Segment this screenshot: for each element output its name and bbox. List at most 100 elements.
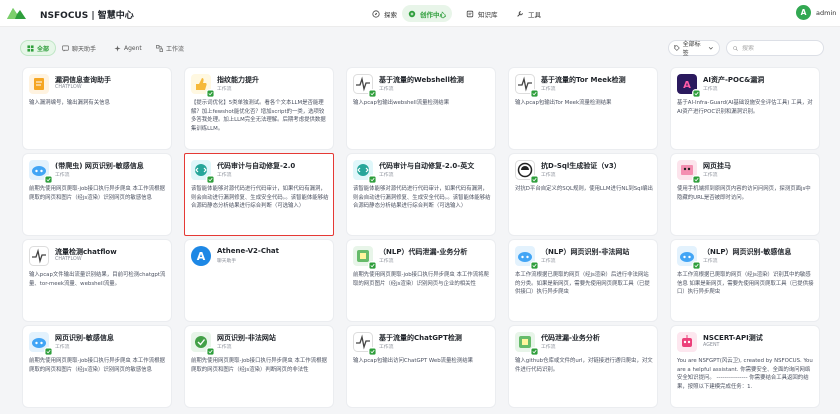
leak-icon bbox=[515, 332, 538, 355]
app-card[interactable]: 网页挂马 工作流 使用手机端抓到原网页内容的访问问网页，探测页面js中隐藏的URL是… bbox=[670, 153, 820, 236]
athene-icon: A bbox=[191, 246, 211, 266]
app-card[interactable]: 漏洞信息查询助手 CHATFLOW 输入漏洞编号，输出漏洞有关信息 bbox=[22, 67, 172, 150]
card-title: 代码审计与自动修复-2.0 bbox=[217, 162, 296, 170]
app-card[interactable]: 网页识别-敏感信息 工作流 前期先使用网页爬取-job接口执行异步爬虫 本工作流根据… bbox=[22, 325, 172, 408]
nsfocus-logo[interactable] bbox=[6, 5, 27, 22]
app-card[interactable]: 指纹能力提升 工作流 【提示词优化】5类单独测试。看各个文本LLM是否能理解？加上f… bbox=[184, 67, 334, 150]
card-type-label: 工作流 bbox=[541, 345, 556, 350]
card-type-label: 工作流 bbox=[703, 259, 718, 264]
card-description: 输入pcap包输出Tor Meek流量检测结果 bbox=[515, 100, 612, 106]
workflow-badge-icon bbox=[530, 175, 538, 183]
workflow-badge-icon bbox=[692, 175, 700, 183]
app-brand: NSFOCUS | 智慧中心 bbox=[40, 11, 134, 21]
card-type-label: 工作流 bbox=[55, 173, 70, 178]
card-description: 前期先使用网页爬取-job接口执行异步爬虫 本工作流根据爬取的网页和图片（经js… bbox=[191, 358, 327, 373]
web-icon bbox=[677, 160, 700, 183]
card-title: 基于流量的Tor Meek检测 bbox=[541, 76, 626, 84]
card-type-label: 工作流 bbox=[55, 345, 70, 350]
tag-filter-select[interactable]: 全部标签 bbox=[668, 40, 720, 57]
card-description: 基于AI-Infra-Guard(AI基础设施安全评估工具) 工具，对AI资产进… bbox=[677, 100, 813, 115]
card-type-label: 工作流 bbox=[541, 259, 556, 264]
app-card[interactable]: 流量检测chatflow CHATFLOW 输入pcap文件输出流量识别结果，目前可… bbox=[22, 239, 172, 322]
card-description: 输入pcap包输出访问ChatGPT Web流量检测结果 bbox=[353, 358, 473, 364]
app-card[interactable]: NSCERT-API测试 AGENT You are NSFGPT(风云卫), cr… bbox=[670, 325, 820, 408]
card-type-label: 工作流 bbox=[379, 173, 394, 178]
workflow-badge-icon bbox=[368, 261, 376, 269]
card-type-label: 工作流 bbox=[217, 87, 232, 92]
filter-label: 工作流 bbox=[166, 45, 185, 53]
app-card[interactable]: 基于流量的Tor Meek检测 工作流 输入pcap包输出Tor Meek流量检测结… bbox=[508, 67, 658, 150]
card-description: 输入pcap包输出webshell流量检测结果 bbox=[353, 100, 450, 106]
pulse-icon bbox=[353, 332, 376, 355]
card-description: 对抗D平台自定义的SQL规则，使用LLM进行NL到Sql编出 bbox=[515, 186, 653, 192]
card-description: 输入漏洞编号，输出漏洞有关信息 bbox=[29, 100, 110, 106]
leak-icon bbox=[353, 246, 376, 269]
chevron-down-icon bbox=[709, 47, 714, 50]
filter-agent[interactable]: Agent bbox=[108, 40, 148, 56]
app-card[interactable]: A Athene-V2-Chat 聊天助手 bbox=[184, 239, 334, 322]
card-type-label: AGENT bbox=[703, 343, 720, 348]
card-description: 使用手机端抓到原网页内容的访问问网页，探测页面js中隐藏的URL是否被即时访问。 bbox=[677, 186, 811, 201]
app-card[interactable]: （NLP）网页识别-敏感信息 工作流 本工作流根据已爬取的网页（经js渲染）识别其中… bbox=[670, 239, 820, 322]
filter-workflow[interactable]: 工作流 bbox=[150, 40, 190, 56]
workflow-badge-icon bbox=[530, 347, 538, 355]
card-type-label: 工作流 bbox=[379, 259, 394, 264]
app-card[interactable]: （NLP）代码泄漏-业务分析 工作流 前期先使用网页爬取-job接口执行异步爬虫 本… bbox=[346, 239, 496, 322]
workflow-badge-icon bbox=[44, 175, 52, 183]
filter-label: 聊天助手 bbox=[72, 45, 97, 53]
nav-label: 创作中心 bbox=[420, 10, 446, 19]
app-card[interactable]: （NLP）网页识别-非法网站 工作流 本工作流根据已爬取的网页（经js渲染）后进行非… bbox=[508, 239, 658, 322]
app-card[interactable]: 代码审计与自动修复-2.0 工作流该智能体能够对源代码进行代码审计，如果代码有漏洞… bbox=[184, 153, 334, 236]
sparkle-icon bbox=[408, 10, 416, 17]
filter-chat-assistant[interactable]: 聊天助手 bbox=[56, 40, 102, 56]
thumb-icon bbox=[191, 74, 214, 97]
card-description: 前期先使用网页爬取-job接口执行异步爬虫 本工作流根据爬取的网页和图片（经js… bbox=[29, 358, 165, 373]
filter-all[interactable]: 全部 bbox=[20, 40, 57, 56]
svg-text:A: A bbox=[683, 80, 691, 91]
workflow-badge-icon bbox=[206, 175, 214, 183]
app-card[interactable]: 基于流量的Webshell检测 工作流 输入pcap包输出webshell流量检测结… bbox=[346, 67, 496, 150]
card-title: （NLP）网页识别-非法网站 bbox=[541, 248, 630, 256]
nav-creation-center[interactable]: 创作中心 bbox=[402, 5, 452, 22]
card-title: 代码泄漏-业务分析 bbox=[541, 334, 600, 342]
nav-tools[interactable]: 工具 bbox=[510, 5, 547, 22]
card-type-label: 工作流 bbox=[217, 173, 232, 178]
search-icon bbox=[733, 45, 738, 51]
card-type-label: 工作流 bbox=[703, 87, 718, 92]
card-description: 该智能体能够对源代码进行代码审计，如果代码有漏洞，则会自动进行漏洞修复、生成安全… bbox=[191, 186, 329, 210]
app-card[interactable]: (带爬虫) 网页识别-敏感信息 工作流 前期先使用网页爬取-job接口执行异步爬虫 … bbox=[22, 153, 172, 236]
pulse-icon bbox=[515, 74, 538, 97]
card-description: 该智能体能够对源代码进行代码审计，如果代码有漏洞，则会自动进行漏洞修复、生成安全… bbox=[353, 186, 491, 210]
avatar[interactable]: A bbox=[796, 5, 811, 20]
card-description: 输入pcap文件输出流量识别结果，目前可检测chatgpt流量、tor-meek… bbox=[29, 272, 166, 287]
card-description: 本工作流根据已爬取的网页（经js渲染）识别其中的敏感信息 如果是新网页，需要先使… bbox=[677, 272, 814, 296]
app-card[interactable]: 代码泄漏-业务分析 工作流 输入github仓库或文件的url，对链接进行通归爬虫，… bbox=[508, 325, 658, 408]
card-type-label: 工作流 bbox=[703, 173, 718, 178]
workflow-badge-icon bbox=[44, 347, 52, 355]
search-box[interactable] bbox=[726, 40, 824, 56]
card-title: 网页识别-非法网站 bbox=[217, 334, 276, 342]
bot-icon bbox=[515, 246, 538, 269]
username[interactable]: admin bbox=[816, 9, 836, 17]
nav-label: 探索 bbox=[384, 10, 397, 19]
workflow-badge-icon bbox=[368, 89, 376, 97]
workflow-badge-icon bbox=[530, 89, 538, 97]
search-input[interactable] bbox=[742, 44, 817, 52]
app-card[interactable]: 网页识别-非法网站 工作流 前期先使用网页爬取-job接口执行异步爬虫 本工作流根据… bbox=[184, 325, 334, 408]
nav-knowledge-base[interactable]: 知识库 bbox=[460, 5, 504, 22]
robot-icon bbox=[677, 332, 697, 352]
nav-explore[interactable]: 探索 bbox=[366, 5, 403, 22]
chat-icon bbox=[62, 45, 69, 52]
app-card[interactable]: 基于流量的ChatGPT检测 工作流 输入pcap包输出访问ChatGPT Web流… bbox=[346, 325, 496, 408]
card-title: Athene-V2-Chat bbox=[217, 247, 280, 255]
tag-select-label: 全部标签 bbox=[682, 41, 701, 57]
card-type-label: CHATFLOW bbox=[55, 85, 82, 90]
card-title: 基于流量的ChatGPT检测 bbox=[379, 334, 462, 342]
filter-bar: 全部 聊天助手 Agent 工作流 全部标签 bbox=[0, 38, 840, 58]
app-card[interactable]: 代码审计与自动修复-2.0-英文 工作流该智能体能够对源代码进行代码审计，如果代码… bbox=[346, 153, 496, 236]
app-card[interactable]: 抗D-Sql生成验证（v3） 工作流 对抗D平台自定义的SQL规则，使用LLM进行N… bbox=[508, 153, 658, 236]
card-title: （NLP）代码泄漏-业务分析 bbox=[379, 248, 468, 256]
app-card[interactable]: A AI资产-POC&漏洞 工作流 基于AI-Infra-Guard(AI基础设施安全… bbox=[670, 67, 820, 150]
card-title: 代码审计与自动修复-2.0-英文 bbox=[379, 162, 475, 170]
card-description: 前期先使用网页爬取-job接口执行异步爬虫 本工作流根据爬取的网页和图片（经js… bbox=[29, 186, 165, 201]
